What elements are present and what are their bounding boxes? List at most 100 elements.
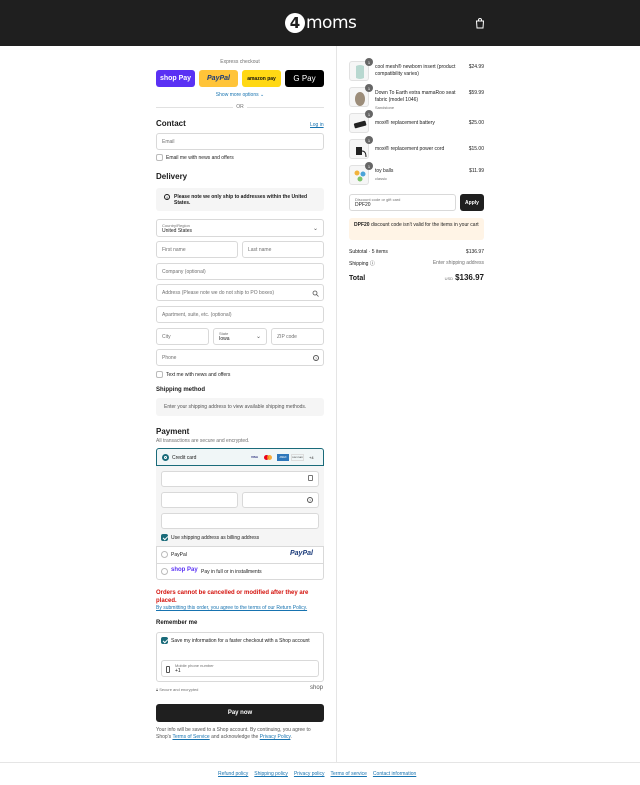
shoppay-radio[interactable] [161,568,168,575]
secure-text: Secure and encrypted [159,687,199,692]
pay-now-button[interactable]: Pay now [156,704,324,722]
chevron-down-icon: ⌄ [255,334,261,340]
mobile-phone-field[interactable]: Mobile phone number +1 [161,660,319,677]
apartment-field[interactable]: Apartment, suite, etc. (optional) [156,306,324,323]
save-info-checkbox[interactable] [161,637,168,644]
help-icon[interactable]: ? [313,355,319,361]
discount-warning: DPF20 discount code isn't valid for the … [349,218,484,240]
shipping-method-note: Enter your shipping address to view avai… [156,398,324,416]
paypal-option[interactable]: PayPal PayPal [156,546,324,563]
shipping-label: Shipping ⓘ [349,261,375,267]
state-select[interactable]: State Iowa ⌄ [213,328,267,345]
refund-policy-link[interactable]: Refund policy [218,771,248,777]
shoppay-logo: shop Pay [171,567,198,573]
first-name-field[interactable]: First name [156,241,238,258]
shipping-policy-link[interactable]: Shipping policy [254,771,288,777]
info-icon: i [164,194,170,200]
brand-text: moms [306,13,357,33]
footer-links: Refund policy Shipping policy Privacy po… [218,771,416,777]
search-icon [312,290,319,297]
return-policy-link[interactable]: By submitting this order, you agree to t… [156,605,307,611]
cart-item: 1 Down To Earth extra mamaRoo seat fabri… [349,84,484,110]
expiration-field[interactable] [161,492,238,508]
country-select[interactable]: Country/Region United States ⌄ [156,219,324,237]
product-name: moxi® replacement battery [375,120,435,126]
more-cards-badge: +4 [309,455,314,460]
address-placeholder: Address (Please note we do not ship to P… [162,289,275,296]
phone-field[interactable]: Phone ? [156,349,324,366]
shoppay-text: Pay in full or in installments [201,569,262,575]
credit-card-label: Credit card [172,455,197,461]
brand-badge: 4 [285,13,305,33]
email-news-checkbox[interactable] [156,154,163,161]
shoppay-option[interactable]: shop Pay Pay in full or in installments [156,563,324,580]
card-number-field[interactable] [161,471,319,487]
quantity-badge: 1 [365,84,373,92]
paypal-label: PayPal [171,552,187,558]
product-price: $11.99 [469,168,484,174]
shop-logo: shop [310,685,324,691]
amazon-pay-button[interactable]: amazon pay [242,70,281,87]
terms-of-service-link[interactable]: Terms of service [331,771,367,777]
shopping-bag-icon[interactable] [475,17,485,29]
last-name-field[interactable]: Last name [242,241,324,258]
product-price: $24.99 [468,64,484,70]
total-value: $136.97 [455,273,484,282]
help-icon[interactable]: ? [307,497,313,503]
cart-item: 1 toy balls classic $11.99 [349,162,484,187]
or-label: OR [233,104,247,110]
quantity-badge: 1 [365,136,373,144]
email-field[interactable]: Email [156,133,324,150]
apply-button[interactable]: Apply [460,194,484,211]
delivery-heading: Delivery [156,172,188,181]
discount-warning-text: discount code isn't valid for the items … [370,222,479,228]
discount-code-field[interactable]: Discount code or gift card DPF20 [349,194,456,211]
credit-card-radio[interactable] [162,454,169,461]
product-name: toy balls classic [375,168,465,182]
total-currency: USD [444,276,454,281]
login-link[interactable]: Log in [310,122,324,128]
shipping-notice-text: Please note we only ship to addresses wi… [174,194,308,206]
secure-encrypted-label: 🔒︎ Secure and encrypted [156,687,199,692]
paypal-radio[interactable] [161,551,168,558]
billing-address-checkbox[interactable] [161,534,168,541]
contact-information-link[interactable]: Contact information [373,771,416,777]
brand-logo[interactable]: 4 moms [285,12,357,34]
text-news-checkbox[interactable] [156,371,163,378]
cart-item: 1 moxi® replacement power cord $15.00 [349,136,484,161]
text-news-label: Text me with news and offers [166,372,231,378]
city-field[interactable]: City [156,328,209,345]
zip-field[interactable]: ZIP code [271,328,324,345]
google-pay-button[interactable]: G Pay [285,70,324,87]
mobile-icon [166,666,170,673]
show-more-options-link[interactable]: Show more options ⌄ [156,92,324,98]
privacy-policy-link[interactable]: Privacy policy [294,771,325,777]
paypal-button[interactable]: PayPal [199,70,238,87]
total-label: Total [349,275,366,282]
security-code-field[interactable]: ? [242,492,319,508]
column-divider [336,46,337,762]
shipping-value: Enter shipping address [432,260,484,266]
name-on-card-field[interactable] [161,513,319,529]
remember-me-heading: Remember me [156,620,198,626]
subtotal-label: Subtotal · 5 items [349,249,388,255]
product-name-text: Down To Earth extra mamaRoo seat fabric … [375,90,456,103]
top-bar: 4 moms [0,0,640,46]
quantity-badge: 1 [365,162,373,170]
address-field[interactable]: Address (Please note we do not ship to P… [156,284,324,301]
paypal-logo: PayPal [290,550,313,557]
terms-of-service-link[interactable]: Terms of Service [172,734,209,740]
product-price: $15.00 [468,146,484,152]
cart-item: 1 moxi® replacement battery $25.00 [349,110,484,135]
credit-card-option[interactable]: Credit card VISA AMEX DISCOVER +4 [156,448,324,466]
shipping-method-heading: Shipping method [156,387,205,393]
company-field[interactable]: Company (optional) [156,263,324,280]
mastercard-icon [263,454,274,461]
country-value: United States [162,227,193,234]
shop-pay-button[interactable]: shop Pay [156,70,195,87]
billing-address-label: Use shipping address as billing address [171,535,260,541]
privacy-policy-link[interactable]: Privacy Policy [260,734,291,740]
contact-heading: Contact [156,119,186,128]
phone-placeholder: Phone [162,354,177,361]
product-name: moxi® replacement power cord [375,146,445,152]
